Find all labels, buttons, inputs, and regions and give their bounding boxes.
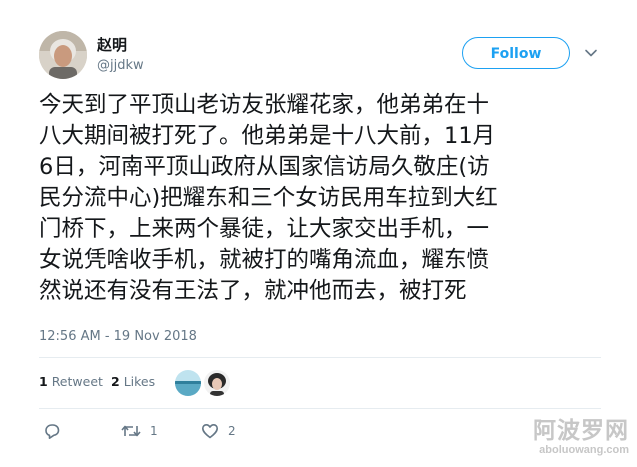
retweets-count: 1 (39, 374, 48, 389)
retweet-button[interactable]: 1 (120, 421, 158, 441)
likes-label: Likes (123, 374, 156, 389)
reply-button[interactable] (42, 421, 62, 441)
avatar[interactable] (39, 31, 87, 79)
likes-count: 2 (111, 374, 120, 389)
liker-avatar-icon (204, 370, 230, 396)
more-menu-button[interactable] (582, 44, 600, 62)
divider (39, 357, 601, 358)
tweet-card: 赵明 @jjdkw Follow 今天到了平顶山老访友张耀花家，他弟弟在十 八大… (0, 0, 637, 467)
divider (39, 408, 601, 409)
like-button[interactable]: 2 (200, 421, 236, 441)
chevron-down-icon (585, 49, 597, 57)
tweet-text-line: 6日，河南平顶山政府从国家信访局久敬庄(访 (39, 154, 490, 180)
display-name[interactable]: 赵明 (97, 36, 127, 54)
follow-button[interactable]: Follow (462, 37, 570, 69)
tweet-text-line: 然说还有没有王法了，就冲他而去，被打死 (39, 278, 467, 304)
retweets-label: Retweet (51, 374, 103, 389)
user-handle[interactable]: @jjdkw (97, 58, 144, 74)
heart-icon (202, 424, 218, 439)
tweet-text-line: 今天到了平顶山老访友张耀花家，他弟弟在十 (39, 92, 490, 118)
watermark: 阿波罗网 aboluowang.com (533, 418, 629, 457)
tweet-timestamp[interactable]: 12:56 AM - 19 Nov 2018 (39, 329, 197, 345)
liker-avatar[interactable] (204, 370, 230, 396)
tweet-text-line: 八大期间被打死了。他弟弟是十八大前，11月 (39, 123, 496, 149)
like-count: 2 (228, 424, 236, 438)
retweet-icon (121, 425, 141, 437)
tweet-text-line: 民分流中心)把耀东和三个女访民用车拉到大红 (39, 185, 498, 211)
retweet-count: 1 (150, 424, 158, 438)
liker-avatar[interactable] (175, 370, 201, 396)
tweet-text-line: 门桥下，上来两个暴徒，让大家交出手机，一 (39, 216, 490, 242)
tweet-text: 今天到了平顶山老访友张耀花家，他弟弟在十 八大期间被打死了。他弟弟是十八大前，1… (39, 90, 599, 307)
watermark-chinese: 阿波罗网 (533, 418, 629, 444)
reply-icon (45, 424, 60, 439)
likes-stat[interactable]: 2 Likes (111, 374, 155, 390)
profile-photo-icon (39, 31, 87, 79)
liker-avatar-icon (175, 370, 201, 396)
tweet-text-line: 女说凭啥收手机，就被打的嘴角流血，耀东愤 (39, 247, 490, 273)
retweets-stat[interactable]: 1 Retweet (39, 374, 103, 390)
watermark-domain: aboluowang.com (539, 444, 629, 456)
